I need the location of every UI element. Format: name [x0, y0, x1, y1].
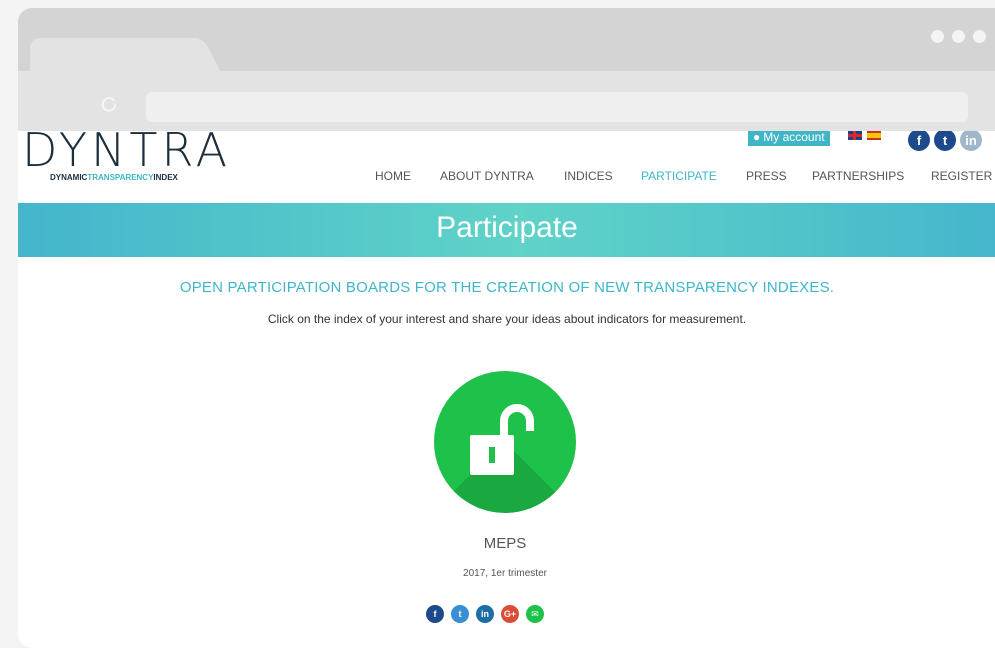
nav-item-partnerships[interactable]: PARTNERSHIPS: [812, 169, 904, 183]
index-card-meps[interactable]: [434, 371, 576, 513]
nav-item-indices[interactable]: INDICES: [564, 169, 613, 183]
tab-bar: [18, 8, 995, 72]
logo-wordmark: DYNTRA: [22, 131, 232, 177]
share-twitter-icon[interactable]: t: [451, 605, 469, 623]
page-viewport: DYNTRA DYNAMICTRANSPARENCYINDEX ● My acc…: [18, 131, 995, 648]
share-linkedin-icon[interactable]: in: [476, 605, 494, 623]
page-title: Participate: [436, 211, 578, 244]
section-headline: OPEN PARTICIPATION BOARDS FOR THE CREATI…: [179, 279, 835, 296]
page-banner: Participate: [18, 203, 995, 257]
nav-item-about[interactable]: ABOUT DYNTRA: [440, 169, 534, 183]
user-icon: ●: [753, 131, 761, 144]
nav-item-home[interactable]: HOME: [375, 169, 411, 183]
my-account-label: My account: [763, 131, 825, 144]
unlocked-padlock-icon: [470, 404, 534, 475]
share-buttons: f t in G+ ✉: [426, 605, 544, 623]
nav-item-press[interactable]: PRESS: [746, 169, 787, 183]
main-nav: HOME ABOUT DYNTRA INDICES PARTICIPATE PR…: [18, 169, 995, 189]
reload-icon[interactable]: [100, 95, 118, 113]
linkedin-icon[interactable]: in: [960, 131, 982, 151]
section-description: Click on the index of your interest and …: [267, 312, 747, 326]
index-name[interactable]: MEPS: [434, 535, 576, 552]
english-flag-icon[interactable]: [848, 131, 862, 140]
nav-item-register[interactable]: REGISTER: [931, 169, 992, 183]
address-bar[interactable]: [146, 92, 968, 122]
browser-toolbar: [18, 71, 995, 131]
browser-tab[interactable]: [30, 38, 190, 72]
share-facebook-icon[interactable]: f: [426, 605, 444, 623]
nav-item-participate[interactable]: PARTICIPATE: [641, 169, 717, 183]
browser-window: DYNTRA DYNAMICTRANSPARENCYINDEX ● My acc…: [18, 8, 995, 648]
my-account-button[interactable]: ● My account: [748, 131, 830, 146]
share-email-icon[interactable]: ✉: [526, 605, 544, 623]
window-menu-icon[interactable]: [931, 30, 986, 43]
facebook-icon[interactable]: f: [908, 131, 930, 151]
index-period: 2017, 1er trimester: [463, 568, 547, 579]
twitter-icon[interactable]: t: [934, 131, 956, 151]
spanish-flag-icon[interactable]: [867, 131, 881, 140]
share-googleplus-icon[interactable]: G+: [501, 605, 519, 623]
